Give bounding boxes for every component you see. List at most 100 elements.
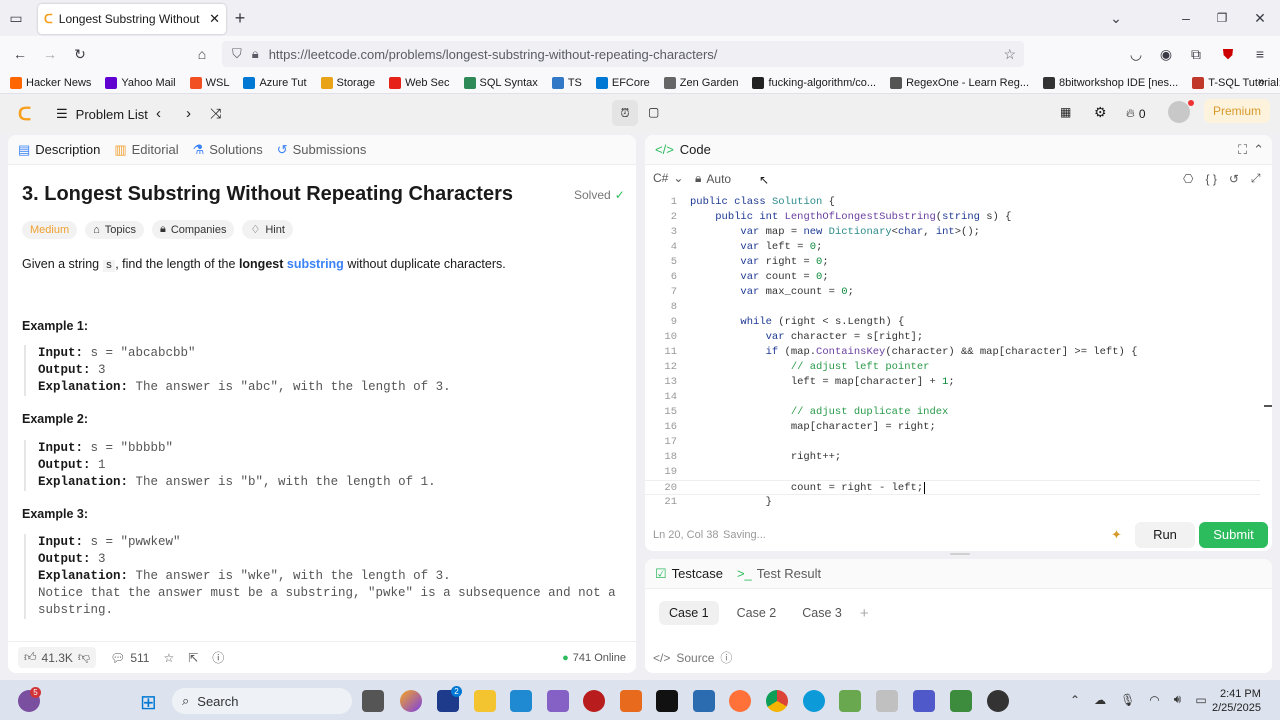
firefox-icon[interactable] [729,690,751,712]
bookmark-item[interactable]: T-SQL Tutorial: Create ... [1192,76,1280,89]
undo-icon[interactable]: ↺ [1229,172,1239,186]
avatar[interactable] [1168,101,1190,123]
leetcode-logo-icon[interactable]: ᑕ [18,104,31,125]
shield-icon[interactable]: ⛉ [232,46,242,62]
tab-test-result[interactable]: >_ Test Result [737,566,821,581]
sparkle-icon[interactable]: ✦ [1111,527,1122,543]
app-teal-icon[interactable] [950,690,972,712]
topics-pill[interactable]: ⌂ Topics [85,220,144,239]
new-tab-icon[interactable]: + [230,8,250,28]
chevron-up-icon[interactable]: ⌃ [1070,693,1080,707]
hint-pill[interactable]: ♢ Hint [242,220,293,239]
teams-icon[interactable] [913,690,935,712]
language-select[interactable]: C# ⌄ [653,171,683,185]
fullscreen-icon[interactable]: ⛶ [1238,142,1247,158]
forward-icon[interactable]: → [40,44,60,64]
battery-icon[interactable]: ▭ [1195,693,1206,707]
url-bar[interactable]: ⛉ 🔒︎ https://leetcode.com/problems/longe… [222,41,1024,67]
app-red-icon[interactable] [583,690,605,712]
code-line[interactable]: 15 // adjust duplicate index [645,405,1260,420]
edge-icon[interactable] [803,690,825,712]
help-icon[interactable]: ⓘ [720,649,732,666]
bookmark-star-icon[interactable]: ☆ [1003,46,1016,63]
bookmark-item[interactable]: Azure Tut [243,76,307,89]
obs-icon[interactable] [987,690,1009,712]
tab-list-icon[interactable]: ▭ [6,8,26,28]
bookmarks-overflow-icon[interactable]: » [1258,74,1265,88]
thumbs-down-icon[interactable]: 👎︎ [78,650,90,665]
extensions-icon[interactable]: ⧉ [1186,44,1206,64]
bookmark-item[interactable]: Hacker News [10,76,91,89]
comments-button[interactable]: 💬︎ 511 [110,651,149,665]
bookmark-item[interactable]: Web Sec [389,76,450,89]
resize-handle[interactable] [950,553,970,555]
code-line[interactable]: 9 while (right < s.Length) { [645,315,1260,330]
code-line[interactable]: 12 // adjust left pointer [645,360,1260,375]
code-line[interactable]: 14 [645,390,1260,405]
expand-icon[interactable]: ⤢ [1251,171,1261,186]
code-line[interactable]: 5 var right = 0; [645,255,1260,270]
app-gray-icon[interactable] [876,690,898,712]
premium-button[interactable]: Premium [1204,99,1271,123]
terminal-app-icon[interactable] [656,690,678,712]
case-tab-3[interactable]: Case 3 [794,601,850,625]
substring-link[interactable]: substring [287,257,344,271]
code-line[interactable]: 4 var left = 0; [645,240,1260,255]
wifi-icon[interactable]: ◠ [1149,693,1159,707]
streak[interactable]: 🔥︎ 0 [1126,106,1146,121]
file-explorer-icon[interactable] [474,690,496,712]
scrollbar-marker[interactable] [1264,405,1272,407]
star-icon[interactable]: ☆ [163,651,174,665]
code-line[interactable]: 13 left = map[character] + 1; [645,375,1260,390]
case-tab-2[interactable]: Case 2 [729,601,785,625]
tab-testcase[interactable]: ☑ Testcase [655,566,723,582]
next-problem-icon[interactable]: › [186,105,191,122]
account-icon[interactable]: ◉ [1156,44,1176,64]
code-line[interactable]: 10 var character = s[right]; [645,330,1260,345]
back-icon[interactable]: ← [10,44,30,64]
tab-editorial[interactable]: ▥ Editorial [114,142,178,158]
task-view-icon[interactable] [362,690,384,712]
code-editor[interactable]: 1 public class Solution {2 public int Len… [645,195,1260,511]
tab-solutions[interactable]: ⚗ Solutions [193,142,263,158]
minimize-icon[interactable]: – [1176,8,1196,28]
code-line[interactable]: 8 [645,300,1260,315]
clock[interactable]: 2:41 PM 2/25/2025 [1212,687,1261,715]
tab-description[interactable]: ▤ Description [18,142,100,158]
code-line[interactable]: 19 [645,465,1260,480]
add-case-icon[interactable]: + [860,605,869,622]
app-green-icon[interactable] [839,690,861,712]
bookmark-item[interactable]: Storage [320,76,375,89]
browser-tab[interactable]: ᑕ Longest Substring Without Rep ✕ [38,4,226,34]
bookmark-icon[interactable]: ⎔ [1183,172,1193,186]
ublock-icon[interactable]: ⛊ [1218,44,1238,64]
tab-submissions[interactable]: ↺ Submissions [277,142,367,158]
collapse-icon[interactable]: ⌃ [1253,142,1264,158]
menu-icon[interactable]: ≡ [1250,44,1270,64]
source-label[interactable]: Source [676,651,714,665]
cloud-icon[interactable]: ☁ [1094,693,1106,707]
code-line[interactable]: 17 [645,435,1260,450]
bookmark-item[interactable]: EFCore [595,76,650,89]
gear-icon[interactable]: ⚙ [1094,104,1107,121]
braces-icon[interactable]: { } [1205,172,1216,186]
case-tab-1[interactable]: Case 1 [659,601,719,625]
problem-title[interactable]: 3. Longest Substring Without Repeating C… [22,183,513,206]
code-line[interactable]: 16 map[character] = right; [645,420,1260,435]
home-icon[interactable]: ⌂ [192,44,212,64]
bookmark-item[interactable]: TS [551,76,582,89]
pocket-icon[interactable]: ◡ [1126,44,1146,64]
code-line[interactable]: 2 public int LengthOfLongestSubstring(st… [645,210,1260,225]
auto-mode[interactable]: 🔒︎ Auto [695,171,731,186]
sublime-icon[interactable] [620,690,642,712]
problem-list-button[interactable]: ☰ Problem List [56,106,148,122]
powershell-icon[interactable] [693,690,715,712]
run-button[interactable]: Run [1135,522,1195,548]
close-tab-icon[interactable]: ✕ [209,11,220,27]
bookmark-item[interactable]: RegexOne - Learn Reg... [890,76,1029,89]
microphone-icon[interactable]: 🎙︎ [1120,693,1135,707]
code-line[interactable]: 11 if (map.ContainsKey(character) && map… [645,345,1260,360]
code-line[interactable]: 20 count = right - left; [645,480,1260,495]
chrome-icon[interactable] [766,690,788,712]
bookmark-item[interactable]: WSL [189,76,229,89]
